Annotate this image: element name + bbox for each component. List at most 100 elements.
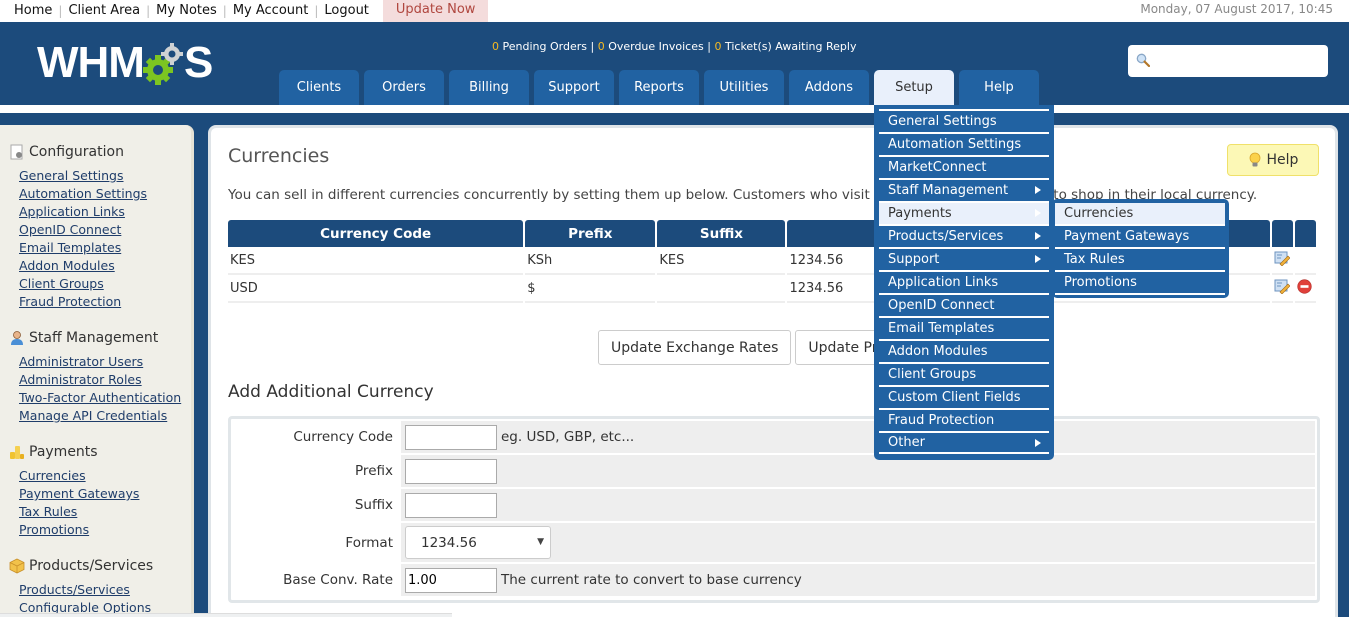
sidebar-link-general-settings[interactable]: General Settings [19, 167, 191, 185]
menu-item-other[interactable]: Other [879, 431, 1049, 454]
sidebar-link-email-templates[interactable]: Email Templates [19, 239, 191, 257]
home-link[interactable]: Home [8, 1, 58, 21]
sidebar-link-openid-connect[interactable]: OpenID Connect [19, 221, 191, 239]
coins-icon [10, 446, 24, 459]
prefix-input[interactable] [405, 458, 497, 484]
cell-suffix: KES [657, 247, 786, 275]
pending-orders-count[interactable]: 0 [492, 40, 499, 53]
menu-item-label: Promotions [1064, 275, 1137, 290]
update-now-button[interactable]: Update Now [382, 0, 489, 22]
submenu-item-tax-rules[interactable]: Tax Rules [1055, 249, 1225, 272]
menu-item-label: Addon Modules [888, 344, 988, 359]
tab-reports[interactable]: Reports [619, 70, 699, 105]
menu-item-general-settings[interactable]: General Settings [879, 109, 1049, 132]
logout-link[interactable]: Logout [318, 1, 375, 21]
overdue-invoices-label[interactable]: Overdue Invoices [608, 40, 704, 53]
menu-item-label: Fraud Protection [888, 413, 995, 428]
cell-code: KES [228, 247, 524, 275]
dropdown-arrow-icon: ▼ [537, 537, 544, 547]
overdue-invoices-count[interactable]: 0 [598, 40, 605, 53]
menu-item-label: MarketConnect [888, 160, 987, 175]
menu-item-label: Currencies [1064, 206, 1134, 221]
submenu-item-promotions[interactable]: Promotions [1055, 272, 1225, 295]
sidebar-link-currencies[interactable]: Currencies [19, 467, 191, 485]
client-area-link[interactable]: Client Area [62, 1, 146, 21]
tab-clients[interactable]: Clients [279, 70, 359, 105]
sidebar-link-payment-gateways[interactable]: Payment Gateways [19, 485, 191, 503]
submenu-item-payment-gateways[interactable]: Payment Gateways [1055, 226, 1225, 249]
tab-help[interactable]: Help [959, 70, 1039, 105]
menu-item-fraud-protection[interactable]: Fraud Protection [879, 408, 1049, 431]
menu-item-openid-connect[interactable]: OpenID Connect [879, 293, 1049, 316]
header-delete [1294, 220, 1316, 247]
menu-item-label: Payments [888, 206, 952, 221]
cell-prefix: KSh [525, 247, 656, 275]
rate-label: Base Conv. Rate [233, 564, 401, 596]
rate-input[interactable] [405, 567, 497, 593]
my-notes-link[interactable]: My Notes [150, 1, 223, 21]
page-title: Currencies [228, 145, 330, 167]
sidebar-link-administrator-users[interactable]: Administrator Users [19, 353, 191, 371]
menu-item-email-templates[interactable]: Email Templates [879, 316, 1049, 339]
menu-item-addon-modules[interactable]: Addon Modules [879, 339, 1049, 362]
tab-setup[interactable]: Setup [874, 70, 954, 105]
menu-item-products-services[interactable]: Products/Services [879, 224, 1049, 247]
menu-item-automation-settings[interactable]: Automation Settings [879, 132, 1049, 155]
whmcs-logo[interactable]: WHM S [37, 38, 213, 87]
staff-icon [11, 331, 23, 345]
tab-support[interactable]: Support [534, 70, 614, 105]
sidebar-link-promotions[interactable]: Promotions [19, 521, 191, 539]
tab-utilities[interactable]: Utilities [704, 70, 784, 105]
menu-item-client-groups[interactable]: Client Groups [879, 362, 1049, 385]
header-suffix[interactable]: Suffix [657, 220, 786, 247]
search-box[interactable] [1128, 45, 1328, 77]
prefix-label: Prefix [233, 455, 401, 487]
pending-orders-label[interactable]: Pending Orders [503, 40, 587, 53]
menu-item-staff-management[interactable]: Staff Management [879, 178, 1049, 201]
sidebar-link-products-services[interactable]: Products/Services [19, 581, 191, 599]
edit-icon[interactable] [1274, 278, 1291, 295]
menu-item-marketconnect[interactable]: MarketConnect [879, 155, 1049, 178]
suffix-input[interactable] [405, 492, 497, 518]
edit-icon[interactable] [1274, 250, 1291, 267]
sidebar-link-administrator-roles[interactable]: Administrator Roles [19, 371, 191, 389]
currency-code-hint: eg. USD, GBP, etc... [501, 429, 635, 445]
tab-orders[interactable]: Orders [364, 70, 444, 105]
sidebar-link-tax-rules[interactable]: Tax Rules [19, 503, 191, 521]
menu-item-label: General Settings [888, 114, 997, 129]
header-divider [0, 105, 1349, 113]
submenu-item-currencies[interactable]: Currencies [1055, 203, 1225, 226]
lightbulb-icon [1249, 152, 1260, 167]
tickets-count[interactable]: 0 [714, 40, 721, 53]
stats-separator: | [590, 40, 595, 53]
update-exchange-rates-button[interactable]: Update Exchange Rates [598, 330, 792, 365]
tickets-label[interactable]: Ticket(s) Awaiting Reply [725, 40, 857, 53]
sidebar-link-client-groups[interactable]: Client Groups [19, 275, 191, 293]
submenu-arrow-icon [1035, 186, 1041, 194]
menu-item-custom-client-fields[interactable]: Custom Client Fields [879, 385, 1049, 408]
tab-addons[interactable]: Addons [789, 70, 869, 105]
menu-item-payments[interactable]: Payments [879, 201, 1049, 224]
header-stats: 0 Pending Orders | 0 Overdue Invoices | … [492, 40, 856, 53]
sidebar-link-api-credentials[interactable]: Manage API Credentials [19, 407, 191, 425]
sidebar-link-automation-settings[interactable]: Automation Settings [19, 185, 191, 203]
sidebar-section-title: Products/Services [9, 558, 191, 574]
help-button[interactable]: Help [1227, 144, 1319, 176]
sidebar-link-two-factor[interactable]: Two-Factor Authentication [19, 389, 191, 407]
menu-item-label: Custom Client Fields [888, 390, 1021, 405]
sidebar-link-fraud-protection[interactable]: Fraud Protection [19, 293, 191, 311]
header: WHM S 0 Pending Orders | 0 Overdue Invoi… [0, 22, 1349, 105]
header-currency-code[interactable]: Currency Code [228, 220, 524, 247]
sidebar-link-application-links[interactable]: Application Links [19, 203, 191, 221]
logo-gears-icon [142, 43, 183, 85]
tab-billing[interactable]: Billing [449, 70, 529, 105]
menu-item-support[interactable]: Support [879, 247, 1049, 270]
search-input[interactable] [1154, 49, 1322, 73]
menu-item-application-links[interactable]: Application Links [879, 270, 1049, 293]
format-select[interactable]: 1234.56 ▼ [405, 526, 551, 559]
header-prefix[interactable]: Prefix [525, 220, 656, 247]
delete-icon[interactable] [1297, 278, 1312, 294]
my-account-link[interactable]: My Account [227, 1, 315, 21]
currency-code-input[interactable] [405, 424, 497, 450]
sidebar-link-addon-modules[interactable]: Addon Modules [19, 257, 191, 275]
